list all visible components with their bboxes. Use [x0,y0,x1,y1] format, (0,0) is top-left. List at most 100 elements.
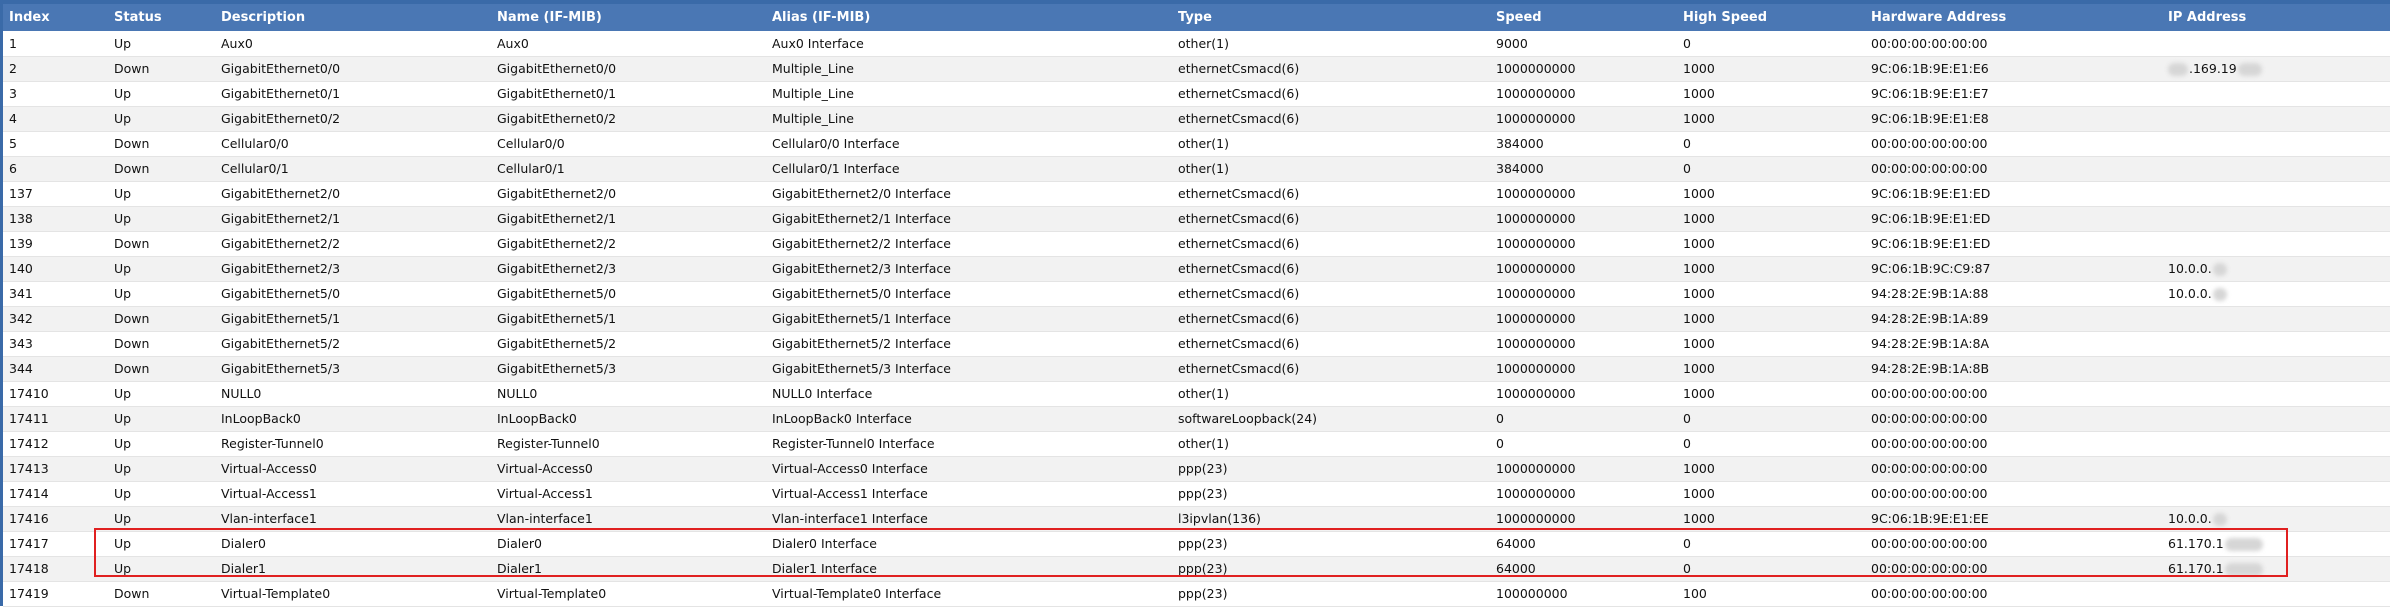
column-header-hardware-address[interactable]: Hardware Address [1865,4,2162,31]
description-cell: NULL0 [215,381,491,407]
table-row[interactable]: 17412 Up Register-Tunnel0 Register-Tunnel0 R… [3,431,2390,457]
index-cell: 17417 [3,531,108,557]
name-cell: Virtual-Access1 [491,481,766,507]
index-cell: 17413 [3,456,108,482]
high-speed-text: 0 [1683,411,1691,426]
table-row[interactable]: 1 Up Aux0 Aux0 Aux0 Interface other(1) 9000 0 00… [3,31,2390,57]
name-text: GigabitEthernet2/0 [497,186,617,201]
table-row[interactable]: 3 Up GigabitEthernet0/1 GigabitEthernet0/1 M… [3,81,2390,107]
ip-address-cell [2162,206,2390,232]
column-header-status[interactable]: Status [108,4,215,31]
alias-text: Dialer1 Interface [772,561,877,576]
status-cell: Up [108,481,215,507]
status-text: Up [114,286,132,301]
speed-cell: 100000000 [1490,581,1677,607]
index-cell: 17412 [3,431,108,457]
high-speed-text: 1000 [1683,486,1715,501]
table-row[interactable]: 138 Up GigabitEthernet2/1 GigabitEthernet2/… [3,206,2390,232]
name-text: Virtual-Access1 [497,486,593,501]
description-text: GigabitEthernet2/2 [221,236,341,251]
alias-cell: GigabitEthernet2/2 Interface [766,231,1172,257]
index-text: 17417 [9,536,49,551]
table-row[interactable]: 2 Down GigabitEthernet0/0 GigabitEthernet0/… [3,56,2390,82]
alias-cell: Multiple_Line [766,81,1172,107]
hardware-address-cell: 00:00:00:00:00:00 [1865,431,2162,457]
hardware-address-text: 9C:06:1B:9E:E1:E6 [1871,61,1989,76]
name-text: Aux0 [497,35,529,51]
name-cell: Dialer1 [491,556,766,582]
alias-text: Virtual-Access1 Interface [772,486,928,501]
speed-text: 1000000000 [1496,336,1576,351]
table-row[interactable]: 137 Up GigabitEthernet2/0 GigabitEthernet2/… [3,181,2390,207]
alias-cell: GigabitEthernet5/2 Interface [766,331,1172,357]
alias-cell: GigabitEthernet2/1 Interface [766,206,1172,232]
index-text: 17414 [9,486,49,501]
table-row[interactable]: 17418 Up Dialer1 Dialer1 Dialer1 Interface pp… [3,556,2390,582]
name-cell: GigabitEthernet5/1 [491,306,766,332]
alias-text: Multiple_Line [772,61,854,76]
speed-text: 1000000000 [1496,86,1576,101]
name-cell: GigabitEthernet0/2 [491,106,766,132]
column-header-name[interactable]: Name (IF-MIB) [491,4,766,31]
alias-text: InLoopBack0 Interface [772,411,912,426]
status-cell: Up [108,556,215,582]
alias-text: Register-Tunnel0 Interface [772,436,935,451]
high-speed-text: 0 [1683,536,1691,551]
name-cell: GigabitEthernet2/2 [491,231,766,257]
status-cell: Up [108,256,215,282]
column-header-ip-address[interactable]: IP Address [2162,4,2390,31]
hardware-address-cell: 00:00:00:00:00:00 [1865,31,2162,57]
column-header-index[interactable]: Index [3,4,108,31]
description-cell: Virtual-Access1 [215,481,491,507]
column-header-type[interactable]: Type [1172,4,1490,31]
table-row[interactable]: 17416 Up Vlan-interface1 Vlan-interface1 Vla… [3,506,2390,532]
speed-cell: 1000000000 [1490,456,1677,482]
speed-text: 1000000000 [1496,511,1576,526]
index-text: 17412 [9,436,49,451]
table-row[interactable]: 17414 Up Virtual-Access1 Virtual-Access1 Vir… [3,481,2390,507]
high-speed-text: 1000 [1683,236,1715,251]
ip-address-text: 61.170.1 [2168,561,2224,576]
name-cell: GigabitEthernet0/0 [491,56,766,82]
speed-cell: 1000000000 [1490,356,1677,382]
status-text: Up [114,111,132,126]
index-text: 343 [9,336,33,351]
table-row[interactable]: 17410 Up NULL0 NULL0 NULL0 Interface other(1)… [3,381,2390,407]
column-header-high-speed[interactable]: High Speed [1677,4,1865,31]
table-row[interactable]: 343 Down GigabitEthernet5/2 GigabitEthernet… [3,331,2390,357]
type-cell: ethernetCsmacd(6) [1172,306,1490,332]
type-cell: l3ipvlan(136) [1172,506,1490,532]
table-row[interactable]: 17417 Up Dialer0 Dialer0 Dialer0 Interface pp… [3,531,2390,557]
index-cell: 17418 [3,556,108,582]
speed-text: 1000000000 [1496,261,1576,276]
speed-text: 384000 [1496,136,1544,151]
alias-text: Vlan-interface1 Interface [772,511,928,526]
speed-cell: 0 [1490,431,1677,457]
column-header-description[interactable]: Description [215,4,491,31]
hardware-address-cell: 00:00:00:00:00:00 [1865,131,2162,157]
alias-cell: NULL0 Interface [766,381,1172,407]
table-row[interactable]: 17413 Up Virtual-Access0 Virtual-Access0 Vir… [3,456,2390,482]
table-row[interactable]: 4 Up GigabitEthernet0/2 GigabitEthernet0/2 M… [3,106,2390,132]
type-cell: other(1) [1172,131,1490,157]
column-header-speed[interactable]: Speed [1490,4,1677,31]
alias-text: GigabitEthernet5/0 Interface [772,286,951,301]
table-row[interactable]: 139 Down GigabitEthernet2/2 GigabitEthernet… [3,231,2390,257]
high-speed-cell: 1000 [1677,381,1865,407]
high-speed-cell: 1000 [1677,256,1865,282]
column-header-alias[interactable]: Alias (IF-MIB) [766,4,1172,31]
name-text: Dialer0 [497,536,543,551]
table-row[interactable]: 140 Up GigabitEthernet2/3 GigabitEthernet2/… [3,256,2390,282]
table-row[interactable]: 17411 Up InLoopBack0 InLoopBack0 InLoopBack0… [3,406,2390,432]
speed-cell: 1000000000 [1490,481,1677,507]
table-row[interactable]: 341 Up GigabitEthernet5/0 GigabitEthernet5/… [3,281,2390,307]
name-text: GigabitEthernet5/3 [497,361,617,376]
table-row[interactable]: 6 Down Cellular0/1 Cellular0/1 Cellular0/1 I… [3,156,2390,182]
alias-cell: Multiple_Line [766,106,1172,132]
table-row[interactable]: 342 Down GigabitEthernet5/1 GigabitEthernet… [3,306,2390,332]
high-speed-cell: 1000 [1677,206,1865,232]
table-row[interactable]: 344 Down GigabitEthernet5/3 GigabitEthernet… [3,356,2390,382]
table-row[interactable]: 5 Down Cellular0/0 Cellular0/0 Cellular0/0 I… [3,131,2390,157]
hardware-address-cell: 9C:06:1B:9E:E1:ED [1865,206,2162,232]
table-row[interactable]: 17419 Down Virtual-Template0 Virtual-Templa… [3,581,2390,607]
